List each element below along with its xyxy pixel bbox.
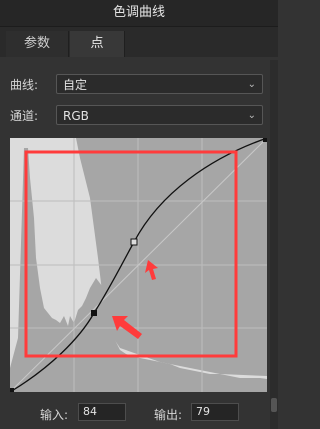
channel-label: 通道: [10, 109, 39, 123]
tab-bar: 参数 点 [0, 27, 278, 57]
chevron-down-icon: ⌄ [247, 110, 256, 121]
input-label: 输入: [40, 408, 69, 422]
output-field[interactable]: 79 [191, 403, 239, 421]
curve-point-active[interactable] [91, 310, 97, 316]
window-title: 色调曲线 [0, 0, 278, 27]
tab-parameters[interactable]: 参数 [6, 31, 69, 57]
curve-endpoint-black[interactable] [10, 388, 14, 392]
input-field[interactable]: 84 [78, 403, 126, 421]
curve-select[interactable]: 自定 ⌄ [56, 74, 263, 94]
curve-point[interactable] [130, 238, 138, 246]
curve-endpoint-white[interactable] [263, 138, 267, 142]
scrollbar-thumb[interactable] [271, 398, 277, 412]
curve-label: 曲线: [10, 78, 39, 92]
tone-curve-graph[interactable] [10, 138, 267, 392]
scrollbar[interactable] [270, 60, 278, 429]
tone-curve-canvas[interactable] [10, 138, 267, 392]
channel-select[interactable]: RGB ⌄ [56, 105, 263, 125]
output-label: 输出: [154, 408, 183, 422]
channel-select-value: RGB [63, 109, 89, 123]
curve-select-value: 自定 [63, 78, 88, 92]
chevron-down-icon: ⌄ [247, 79, 256, 90]
tab-point[interactable]: 点 [70, 31, 125, 57]
